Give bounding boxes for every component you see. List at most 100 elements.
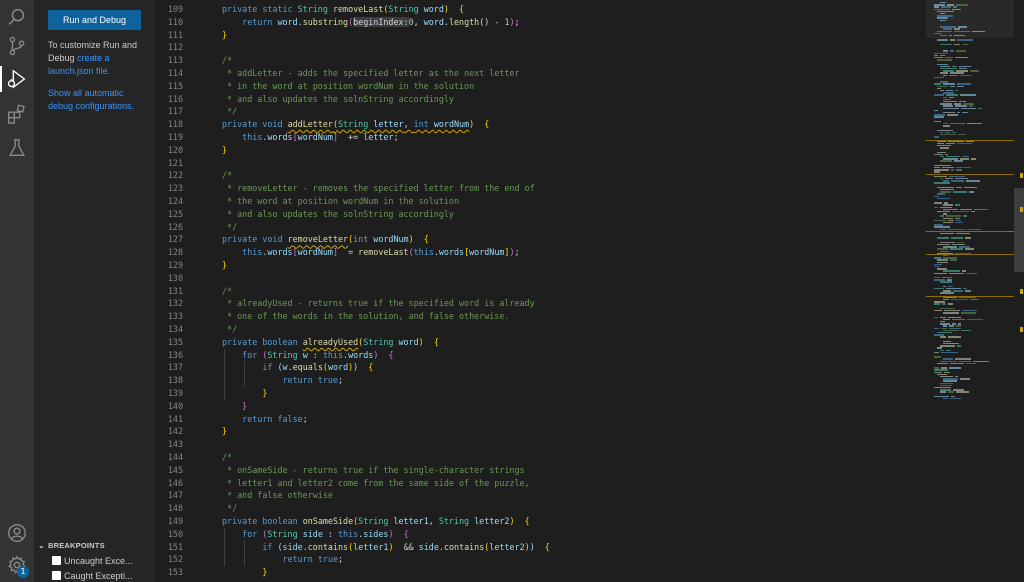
code-token: private (222, 336, 263, 347)
breakpoint-item[interactable]: Uncaught Exce... (52, 554, 152, 567)
minimap-line (940, 2, 947, 4)
indent-guide (224, 348, 225, 400)
minimap-line (937, 197, 950, 200)
code-token: ; (514, 247, 520, 258)
line-number: 145 (167, 464, 183, 475)
testing-icon (6, 137, 28, 159)
minimap-line (953, 389, 964, 391)
minimap-line (948, 175, 966, 178)
minimap-line (970, 299, 980, 301)
minimap-line (956, 39, 973, 41)
minimap-line (949, 85, 956, 87)
code-token: for (242, 528, 263, 539)
code-token: boolean (262, 336, 303, 347)
breakpoints-section-header[interactable]: ⌄ BREAKPOINTS (34, 539, 155, 553)
code-line: private void removeLetter(int wordNum) { (222, 233, 429, 246)
minimap-line (950, 72, 965, 74)
activity-source-control-button[interactable] (0, 29, 34, 63)
activity-run-debug-button[interactable] (0, 62, 34, 96)
code-token: if (262, 362, 278, 373)
minimap-line (934, 369, 949, 371)
minimap[interactable] (926, 0, 1014, 582)
minimap-marker (926, 231, 1014, 232)
minimap-line (940, 68, 957, 70)
code-token: removeLast (358, 247, 409, 258)
code-token: * onSameSide - returns true if the singl… (222, 464, 525, 475)
code-line: } (222, 259, 227, 272)
checkbox[interactable] (52, 556, 61, 565)
activity-settings-gear-button[interactable]: 1 (0, 548, 34, 582)
minimap-marker (926, 296, 1014, 297)
search-icon (6, 6, 28, 28)
breakpoint-item[interactable]: Caught Excepti... (52, 569, 152, 582)
minimap-line (940, 281, 952, 283)
minimap-line (956, 4, 969, 6)
scrollbar-thumb[interactable] (1014, 188, 1024, 272)
show-all-debug-configurations-link[interactable]: Show all automatic debug configurations. (48, 87, 150, 113)
minimap-line (943, 257, 957, 259)
code-token: equals (292, 362, 323, 373)
code-token: /* (222, 452, 233, 462)
minimap-line (937, 268, 947, 270)
minimap-line (948, 219, 955, 222)
minimap-line (948, 327, 962, 329)
code-token: * and false otherwise (222, 490, 333, 501)
minimap-line (953, 103, 962, 105)
code-token: , (403, 119, 414, 130)
line-number: 140 (167, 400, 183, 411)
activity-extensions-button[interactable] (0, 97, 34, 131)
minimap-line (940, 43, 953, 46)
breakpoint-label: Uncaught Exce... (64, 555, 133, 566)
code-line: * and also updates the solnString accord… (222, 208, 454, 221)
code-token: return (242, 16, 278, 27)
code-line: return true; (222, 374, 344, 387)
minimap-line (934, 277, 940, 279)
code-line: * the word at position wordNum in the so… (222, 195, 459, 208)
code-token: wordNum (297, 247, 333, 258)
indent-guide (244, 540, 245, 567)
minimap-line (945, 57, 954, 59)
code-token: String (338, 119, 374, 130)
minimap-line (971, 30, 986, 32)
minimap-line (937, 332, 952, 334)
minimap-line (937, 87, 941, 90)
minimap-line (937, 129, 954, 131)
minimap-line (943, 112, 955, 114)
minimap-line (949, 248, 964, 250)
code-editor[interactable]: private static String removeLast(String … (202, 0, 926, 582)
minimap-line (946, 114, 959, 116)
vertical-scrollbar[interactable] (1014, 0, 1024, 582)
line-number: 120 (167, 144, 183, 155)
code-line: this.words[wordNum] = removeLast(this.wo… (222, 246, 520, 259)
code-line: return word.substring(beginIndex:0, word… (222, 16, 520, 29)
minimap-line (934, 202, 942, 204)
minimap-line (943, 50, 949, 52)
code-token: { (484, 119, 490, 130)
minimap-line (937, 63, 949, 65)
minimap-line (940, 376, 954, 378)
checkbox[interactable] (52, 571, 61, 580)
line-number: 113 (167, 55, 183, 66)
minimap-line (940, 345, 955, 347)
minimap-line (967, 123, 982, 125)
minimap-line (934, 334, 945, 336)
minimap-line (960, 208, 973, 211)
minimap-line (978, 107, 983, 109)
minimap-line (934, 136, 939, 138)
code-token: String (267, 349, 303, 360)
minimap-line (943, 255, 948, 257)
line-number: 136 (167, 349, 183, 360)
code-token: this (322, 349, 344, 360)
activity-testing-button[interactable] (0, 131, 34, 165)
minimap-line (958, 26, 968, 28)
chevron-down-icon: ⌄ (38, 541, 45, 550)
minimap-line (943, 343, 960, 345)
minimap-line (934, 114, 945, 116)
minimap-line (943, 213, 947, 215)
minimap-line (940, 72, 949, 74)
run-and-debug-button[interactable]: Run and Debug (48, 10, 141, 30)
activity-account-button[interactable] (0, 516, 34, 550)
